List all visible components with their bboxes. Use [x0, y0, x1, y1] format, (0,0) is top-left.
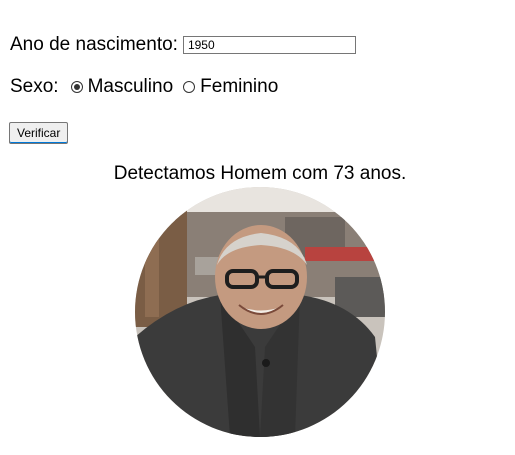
radio-feminino-label[interactable]: Feminino [200, 76, 278, 98]
result-text: Detectamos Homem com 73 anos. [113, 163, 407, 184]
birth-year-input[interactable] [182, 36, 356, 54]
page: Ano de nascimento: Sexo: Masculino Femin… [0, 0, 515, 455]
radio-feminino[interactable] [183, 81, 196, 93]
sex-label: Sexo: [10, 76, 59, 97]
sex-row: Sexo: Masculino Feminino [10, 76, 282, 98]
birth-year-label: Ano de nascimento: [10, 34, 178, 55]
radio-masculino[interactable] [70, 81, 83, 93]
verify-button[interactable]: Verificar [9, 122, 69, 144]
birth-year-row: Ano de nascimento: [10, 34, 356, 56]
radio-masculino-label[interactable]: Masculino [88, 76, 174, 98]
result-photo [135, 187, 385, 437]
